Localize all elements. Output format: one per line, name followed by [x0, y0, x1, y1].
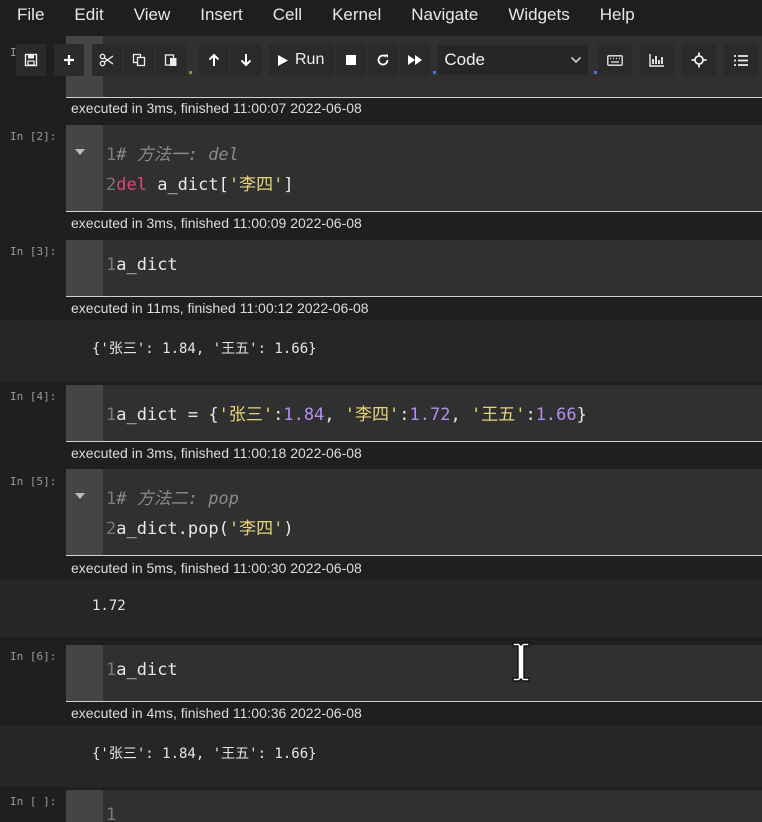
arrow-up-icon [208, 53, 220, 66]
cell-prompt: In [ ]: [10, 795, 57, 808]
menu-help[interactable]: Help [583, 0, 635, 30]
cell-prompt: In [4]: [10, 390, 57, 403]
code-line: 2a_dict.pop('李四') [106, 519, 294, 539]
line-gutter [66, 385, 103, 441]
line-gutter [66, 790, 103, 822]
menu-kernel[interactable]: Kernel [315, 0, 381, 30]
save-button[interactable] [16, 44, 46, 76]
text-cursor-icon [510, 641, 532, 687]
code-line: 1# 方法二: pop [106, 489, 239, 509]
cell-editor[interactable]: 1 [66, 790, 762, 822]
run-all-button[interactable] [400, 44, 431, 76]
crosshair-icon [691, 52, 707, 68]
run-label: Run [295, 51, 325, 68]
line-gutter [66, 469, 103, 555]
menu-insert[interactable]: Insert [183, 0, 243, 30]
output-area: {'张三': 1.84, '王五': 1.66} [0, 725, 762, 787]
cell-editor[interactable]: 1a_dict [66, 645, 762, 702]
code-line: 2del a_dict['李四'] [106, 175, 294, 195]
line-gutter [66, 240, 103, 296]
cell-type-select[interactable]: Code [437, 44, 590, 76]
code-line: 1a_dict [106, 255, 178, 275]
execution-info: executed in 11ms, finished 11:00:12 2022… [71, 300, 369, 316]
output-area: {'张三': 1.84, '王五': 1.66} [0, 320, 762, 382]
plus-icon [64, 55, 74, 65]
restart-icon [377, 54, 389, 66]
command-palette-button[interactable] [598, 44, 633, 76]
code-line: 1# 方法一: del [106, 145, 239, 165]
copy-button[interactable] [124, 44, 154, 76]
output-text: {'张三': 1.84, '王五': 1.66} [92, 341, 317, 357]
menu-widgets[interactable]: Widgets [491, 0, 569, 30]
cell-editor[interactable]: 1# 方法一: del 2del a_dict['李四'] [66, 125, 762, 212]
restart-button[interactable] [368, 44, 399, 76]
line-gutter [66, 125, 103, 211]
execution-info: executed in 3ms, finished 11:00:18 2022-… [71, 445, 362, 461]
insert-cell-button[interactable] [54, 44, 84, 76]
toolbar-separator [189, 71, 192, 74]
cell-editor[interactable]: 1# 方法二: pop 2a_dict.pop('李四') [66, 469, 762, 556]
menu-cell[interactable]: Cell [256, 0, 302, 30]
paste-icon [164, 54, 177, 66]
cell-type-value: Code [444, 50, 485, 69]
toc-button[interactable] [682, 44, 717, 76]
fast-forward-icon [408, 55, 423, 65]
code-line: 1a_dict = {'张三':1.84, '李四':1.72, '王五':1.… [106, 405, 587, 425]
output-text: {'张三': 1.84, '王五': 1.66} [92, 746, 317, 762]
fold-icon[interactable] [75, 493, 85, 499]
cell-prompt: In [5]: [10, 475, 57, 488]
copy-icon [132, 53, 146, 67]
move-up-button[interactable] [199, 44, 229, 76]
cell-prompt: In [3]: [10, 245, 57, 258]
scissors-icon [99, 53, 114, 67]
output-area: 1.72 [0, 580, 762, 637]
keyboard-icon [607, 54, 624, 66]
code-line: 1a_dict [106, 660, 178, 680]
chevron-down-icon [571, 56, 582, 64]
execution-info: executed in 3ms, finished 11:00:07 2022-… [71, 100, 362, 116]
run-button[interactable]: Run [269, 44, 335, 76]
line-gutter [66, 645, 103, 701]
fold-icon[interactable] [75, 149, 85, 155]
cut-button[interactable] [92, 44, 122, 76]
chart-button[interactable] [640, 44, 675, 76]
list-icon [734, 54, 749, 66]
menu-navigate[interactable]: Navigate [394, 0, 478, 30]
execution-info: executed in 3ms, finished 11:00:09 2022-… [71, 215, 362, 231]
interrupt-button[interactable] [336, 44, 367, 76]
cell-prompt: In [6]: [10, 650, 57, 663]
toolbar-separator [594, 71, 598, 74]
cell-editor[interactable]: 1a_dict [66, 240, 762, 297]
stop-icon [346, 55, 357, 65]
cell-prompt: In [2]: [10, 130, 57, 143]
notebook-toolbar: Run Code [16, 42, 762, 78]
menu-view[interactable]: View [117, 0, 171, 30]
menu-bar: File Edit View Insert Cell Kernel Naviga… [0, 0, 762, 30]
move-down-button[interactable] [231, 44, 261, 76]
execution-info: executed in 4ms, finished 11:00:36 2022-… [71, 705, 362, 721]
menu-edit[interactable]: Edit [57, 0, 103, 30]
arrow-down-icon [240, 54, 252, 67]
code-line: 1 [106, 805, 117, 822]
chart-icon [649, 54, 665, 67]
save-icon [24, 53, 38, 67]
output-text: 1.72 [92, 598, 126, 614]
menu-file[interactable]: File [0, 0, 44, 30]
play-icon [278, 54, 288, 66]
paste-button[interactable] [156, 44, 186, 76]
cell-editor[interactable]: 1a_dict = {'张三':1.84, '李四':1.72, '王五':1.… [66, 385, 762, 442]
toolbar-separator [433, 71, 437, 74]
execution-info: executed in 5ms, finished 11:00:30 2022-… [71, 560, 362, 576]
list-button[interactable] [724, 44, 759, 76]
